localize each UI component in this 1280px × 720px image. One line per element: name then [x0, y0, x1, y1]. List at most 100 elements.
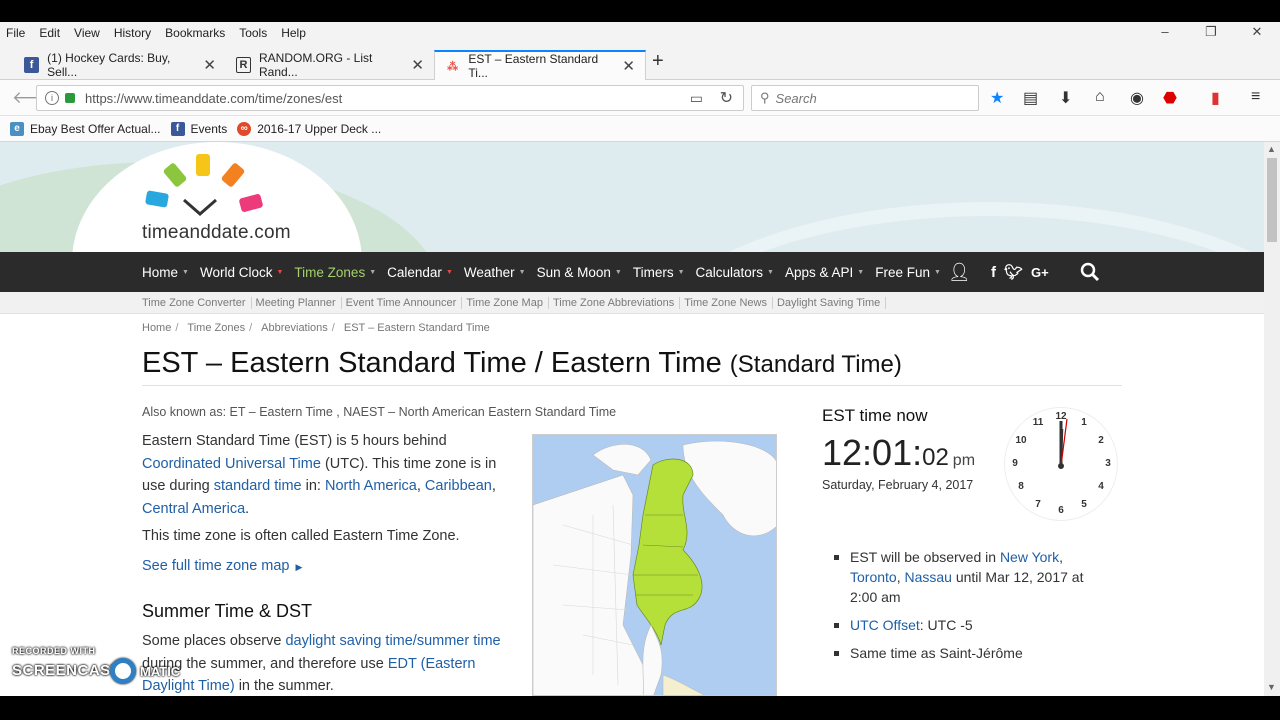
nav-world-clock[interactable]: World Clock ▼ — [200, 265, 283, 280]
nav-calculators[interactable]: Calculators ▼ — [696, 265, 774, 280]
reader-view-icon[interactable]: ▭ — [690, 90, 703, 107]
new-york-link[interactable]: New York — [1000, 549, 1059, 565]
twitter-icon[interactable]: 🐦︎ — [1004, 263, 1023, 281]
tab-label: EST – Eastern Standard Ti... — [468, 52, 599, 80]
restore-button[interactable]: ❐ — [1188, 22, 1234, 44]
close-tab-icon[interactable]: ✕ — [195, 56, 216, 74]
tab-hockey-cards[interactable]: f (1) Hockey Cards: Buy, Sell... ✕ — [14, 50, 226, 80]
menu-bookmarks[interactable]: Bookmarks — [165, 26, 225, 40]
tab-label: RANDOM.ORG - List Rand... — [259, 51, 373, 79]
nav-apps-api[interactable]: Apps & API ▼ — [785, 265, 864, 280]
central-america-link[interactable]: Central America — [142, 501, 245, 517]
bookmark-star-icon[interactable]: ★ — [990, 88, 1004, 108]
search-icon: ⚲ — [760, 90, 770, 105]
menu-view[interactable]: View — [74, 26, 100, 40]
menu-history[interactable]: History — [114, 26, 151, 40]
adblock-icon[interactable]: ⬣ — [1163, 88, 1177, 108]
subnav-time-zone-abbreviations[interactable]: Time Zone Abbreviations — [553, 297, 681, 309]
bookmark-ebay[interactable]: e Ebay Best Offer Actual... — [10, 121, 161, 136]
breadcrumb-current: EST – Eastern Standard Time — [343, 322, 490, 334]
bookmark-events[interactable]: f Events — [170, 121, 228, 136]
scroll-up-arrow-icon[interactable]: ▲ — [1267, 144, 1276, 154]
time-seconds: 02 — [922, 444, 949, 471]
bookmark-label: 2016-17 Upper Deck ... — [257, 121, 382, 136]
search-icon[interactable] — [1080, 262, 1100, 282]
random-org-icon: R — [236, 57, 252, 73]
nassau-link[interactable]: Nassau — [904, 569, 951, 585]
page-scrollbar[interactable]: ▲ ▼ — [1264, 142, 1280, 696]
reload-icon[interactable]: ↻ — [720, 88, 733, 108]
menu-help[interactable]: Help — [281, 26, 306, 40]
downloads-icon[interactable]: ⬇ — [1059, 88, 1072, 108]
page-viewport: timeanddate.com Home ▼ World Clock ▼ Time … — [0, 142, 1264, 696]
divider — [142, 385, 1122, 386]
search-input[interactable] — [775, 90, 956, 106]
search-bar[interactable]: ⚲ — [751, 85, 979, 111]
breadcrumb-time-zones[interactable]: Time Zones — [187, 322, 245, 334]
intro-text: , — [491, 478, 496, 494]
subnav-time-zone-map[interactable]: Time Zone Map — [466, 297, 549, 309]
video-letterbox-top — [0, 0, 1280, 22]
nav-timers[interactable]: Timers ▼ — [633, 265, 685, 280]
nav-home[interactable]: Home ▼ — [142, 265, 189, 280]
caribbean-link[interactable]: Caribbean — [425, 478, 492, 494]
subnav-meeting-planner[interactable]: Meeting Planner — [256, 297, 342, 309]
bookmark-upper-deck[interactable]: ∞ 2016-17 Upper Deck ... — [237, 121, 382, 136]
extension-icon[interactable]: ▮ — [1211, 88, 1220, 108]
info-icon[interactable]: i — [45, 91, 59, 105]
bookmarks-library-icon[interactable]: ▤ — [1023, 88, 1038, 108]
subnav-daylight-saving-time[interactable]: Daylight Saving Time — [777, 297, 887, 309]
site-main-nav: Home ▼ World Clock ▼ Time Zones ▼ Calendar ▼… — [0, 252, 1264, 292]
minimize-button[interactable]: – — [1142, 22, 1188, 44]
time-zone-map[interactable] — [532, 434, 777, 696]
fact-text: EST will be observed in — [850, 549, 1000, 565]
new-tab-button[interactable]: + — [652, 50, 664, 73]
nav-weather[interactable]: Weather ▼ — [464, 265, 526, 280]
facebook-icon[interactable]: f — [991, 264, 996, 281]
utc-offset-link[interactable]: UTC Offset — [850, 617, 920, 633]
lock-icon — [65, 93, 75, 103]
user-account-icon[interactable]: 👤︎ — [948, 262, 971, 283]
utc-link[interactable]: Coordinated Universal Time — [142, 456, 321, 472]
google-plus-icon[interactable]: G+ — [1031, 265, 1049, 280]
standard-time-link[interactable]: standard time — [214, 478, 302, 494]
often-called-text: This time zone is often called Eastern T… — [142, 528, 460, 544]
clock-hands — [1058, 418, 1068, 469]
menu-file[interactable]: File — [6, 26, 25, 40]
nav-free-fun[interactable]: Free Fun ▼ — [875, 265, 941, 280]
hamburger-menu-icon[interactable]: ≡ — [1251, 88, 1260, 106]
nav-time-zones[interactable]: Time Zones ▼ — [294, 265, 376, 280]
bookmark-label: Events — [190, 121, 228, 136]
list-item: Same time as Saint-Jérôme — [832, 643, 1112, 663]
site-header: timeanddate.com — [0, 142, 1264, 252]
bookmark-label: Ebay Best Offer Actual... — [30, 121, 161, 136]
subnav-event-time-announcer[interactable]: Event Time Announcer — [346, 297, 463, 309]
dst-link[interactable]: daylight saving time/summer time — [285, 633, 500, 649]
summer-text: in the summer. — [234, 678, 334, 694]
scroll-down-arrow-icon[interactable]: ▼ — [1267, 682, 1276, 692]
north-america-link[interactable]: North America — [325, 478, 417, 494]
subnav-time-zone-news[interactable]: Time Zone News — [684, 297, 773, 309]
scrollbar-thumb[interactable] — [1267, 158, 1277, 242]
list-item: UTC Offset: UTC -5 — [832, 615, 1112, 635]
nav-calendar[interactable]: Calendar ▼ — [387, 265, 453, 280]
pocket-icon[interactable]: ◉ — [1130, 88, 1144, 108]
close-tab-icon[interactable]: ✕ — [614, 57, 635, 75]
breadcrumb-home[interactable]: Home — [142, 322, 171, 334]
menu-edit[interactable]: Edit — [39, 26, 60, 40]
toronto-link[interactable]: Toronto — [850, 569, 897, 585]
nav-sun-moon[interactable]: Sun & Moon ▼ — [537, 265, 622, 280]
menu-tools[interactable]: Tools — [239, 26, 267, 40]
close-window-button[interactable]: ✕ — [1234, 22, 1280, 44]
url-text[interactable]: https://www.timeanddate.com/time/zones/e… — [85, 91, 342, 106]
close-tab-icon[interactable]: ✕ — [403, 56, 424, 74]
time-now-label: EST time now — [822, 406, 928, 425]
home-icon[interactable]: ⌂ — [1095, 88, 1105, 106]
tab-timeanddate[interactable]: ⁂ EST – Eastern Standard Ti... ✕ — [434, 50, 646, 80]
see-map-link[interactable]: See full time zone map ▶ — [142, 558, 302, 574]
breadcrumb-abbreviations[interactable]: Abbreviations — [261, 322, 328, 334]
subnav-time-zone-converter[interactable]: Time Zone Converter — [142, 297, 252, 309]
breadcrumb: Home / Time Zones / Abbreviations / EST – E… — [142, 322, 490, 334]
tab-random-org[interactable]: R RANDOM.ORG - List Rand... ✕ — [226, 50, 434, 80]
url-bar[interactable]: i https://www.timeanddate.com/time/zones… — [36, 85, 744, 111]
